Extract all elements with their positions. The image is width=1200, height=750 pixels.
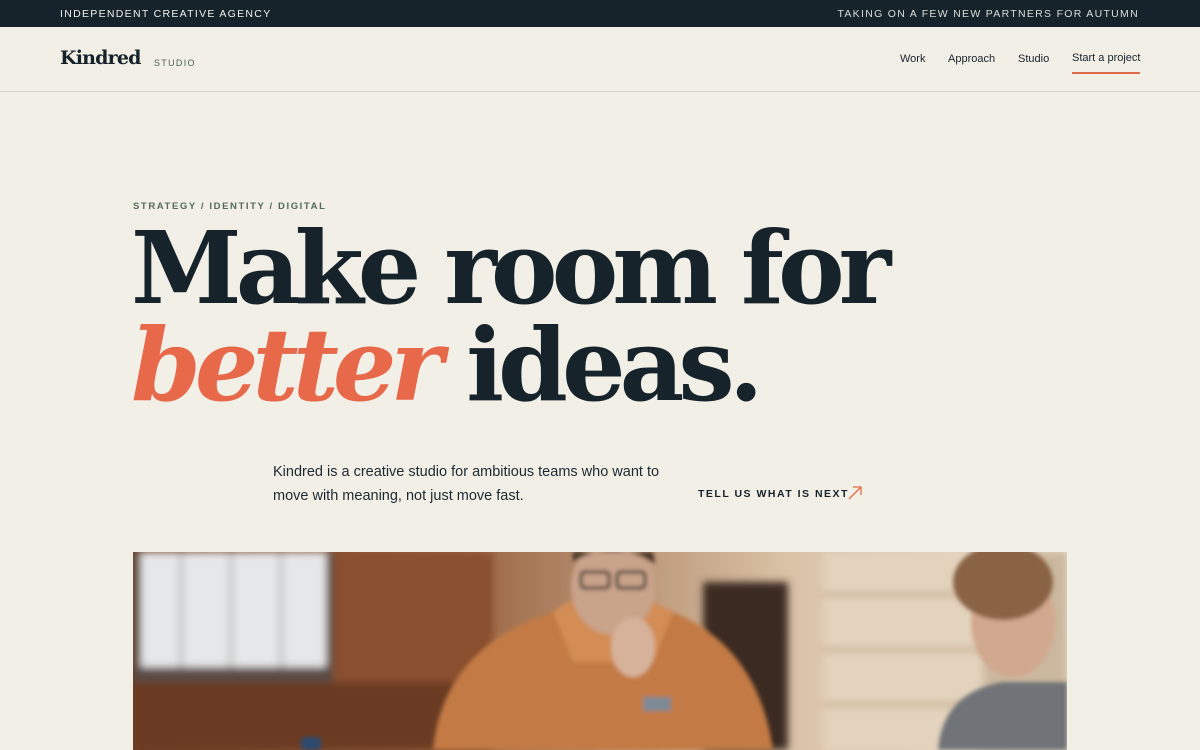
start-project-link[interactable]: Start a project bbox=[1072, 52, 1140, 64]
nav-studio[interactable]: Studio bbox=[1018, 53, 1049, 65]
availability-notice: TAKING ON A FEW NEW PARTNERS FOR AUTUMN bbox=[837, 8, 1139, 20]
announcement-bar: INDEPENDENT CREATIVE AGENCY TAKING ON A … bbox=[0, 0, 1200, 27]
headline-accent-word: better bbox=[131, 306, 443, 424]
hero-headline: Make room for better ideas. bbox=[131, 218, 891, 415]
tell-us-link[interactable]: TELL US WHAT IS NEXT bbox=[698, 488, 849, 500]
hero-intro: Kindred is a creative studio for ambitio… bbox=[273, 464, 660, 504]
arrow-up-right-icon[interactable] bbox=[846, 484, 864, 507]
hero-team-photo bbox=[133, 552, 1067, 750]
logo-subtitle: STUDIO bbox=[154, 58, 196, 68]
nav-work[interactable]: Work bbox=[900, 53, 925, 65]
headline-line-2-rest: ideas. bbox=[437, 306, 763, 424]
agency-tagline: INDEPENDENT CREATIVE AGENCY bbox=[60, 8, 272, 20]
start-project-underline bbox=[1072, 72, 1140, 74]
nav-approach[interactable]: Approach bbox=[948, 53, 995, 65]
site-header: Kindred STUDIO Work Approach Studio Star… bbox=[0, 27, 1200, 92]
logo[interactable]: Kindred bbox=[60, 47, 141, 69]
